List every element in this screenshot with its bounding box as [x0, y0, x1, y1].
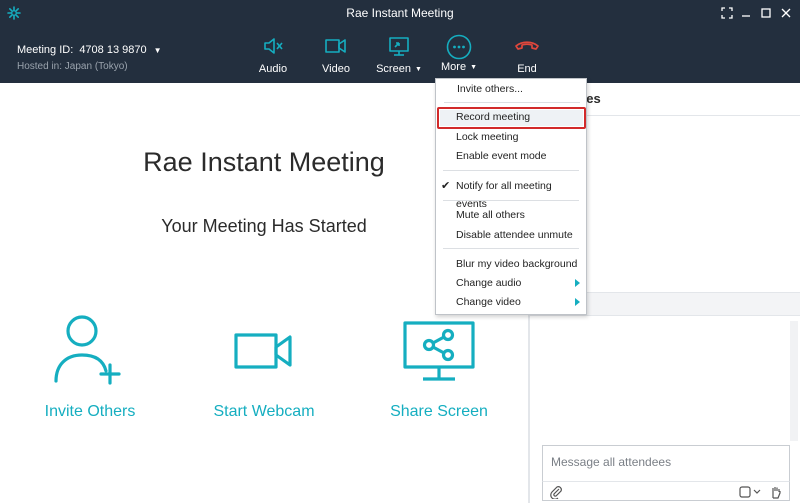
chat-toolbar [542, 481, 790, 501]
more-label-wrap: More ▼ [431, 61, 487, 73]
menu-item-disable-unmute[interactable]: Disable attendee unmute [435, 226, 585, 244]
speaker-muted-icon [245, 34, 301, 58]
video-label: Video [322, 63, 350, 75]
minimize-icon[interactable] [737, 4, 755, 22]
add-user-icon [20, 313, 160, 385]
end-label: End [517, 63, 537, 75]
submenu-arrow-icon [575, 279, 580, 287]
menu-item-enable-event-mode[interactable]: Enable event mode [435, 147, 585, 165]
attach-icon[interactable] [549, 485, 563, 503]
start-webcam-button[interactable]: Start Webcam [194, 313, 334, 421]
grid-view-icon[interactable] [718, 4, 736, 22]
share-screen-icon [369, 313, 509, 385]
menu-item-lock-meeting[interactable]: Lock meeting [435, 128, 585, 146]
chat-message-input[interactable]: Message all attendees [542, 445, 790, 481]
webcam-icon [194, 313, 334, 385]
screen-button[interactable]: Screen ▼ [369, 34, 429, 78]
hang-up-icon [499, 34, 555, 58]
audio-button[interactable]: Audio [245, 34, 301, 78]
invite-others-button[interactable]: Invite Others [20, 313, 160, 421]
meeting-header: Rae Instant Meeting Meeting ID: 4708 13 … [0, 0, 800, 83]
menu-item-change-video-label: Change video [456, 296, 521, 308]
end-button[interactable]: End [499, 34, 555, 78]
more-button[interactable]: More ▼ [431, 34, 487, 78]
audio-label: Audio [258, 63, 288, 75]
meeting-id-dropdown[interactable]: Meeting ID: 4708 13 9870 ▼ [17, 44, 162, 56]
screen-label-wrap: Screen ▼ [369, 63, 429, 75]
window-title: Rae Instant Meeting [346, 6, 454, 20]
more-dots-icon [431, 34, 487, 60]
screen-label: Screen [376, 63, 411, 75]
more-label: More [441, 61, 467, 73]
menu-item-mute-all[interactable]: Mute all others [435, 206, 585, 224]
share-screen-label: Share Screen [390, 403, 488, 420]
menu-separator [443, 200, 579, 201]
hosted-location: Hosted in: Japan (Tokyo) [17, 61, 128, 72]
menu-item-change-video[interactable]: Change video [435, 293, 585, 311]
invite-others-label: Invite Others [44, 403, 136, 420]
video-camera-icon [308, 34, 364, 58]
record-meeting-highlight-box [437, 107, 586, 129]
menu-separator [443, 170, 579, 171]
meeting-id-value: 4708 13 9870 [79, 44, 147, 56]
emoji-menu-icon[interactable] [739, 485, 763, 503]
menu-item-notify-events[interactable]: ✔ Notify for all meeting events [435, 177, 585, 210]
checkmark-icon: ✔ [441, 180, 451, 192]
close-icon[interactable] [777, 4, 795, 22]
chat-scrollbar[interactable] [790, 321, 798, 441]
submenu-arrow-icon [575, 298, 580, 306]
screen-share-icon [369, 34, 429, 58]
maximize-icon[interactable] [757, 4, 775, 22]
menu-item-blur-background[interactable]: Blur my video background [435, 255, 585, 273]
menu-item-change-audio-label: Change audio [456, 277, 522, 289]
chevron-down-icon: ▼ [153, 46, 162, 55]
start-webcam-label: Start Webcam [213, 403, 315, 420]
raise-hand-icon[interactable] [769, 485, 783, 503]
caret-down-icon: ▼ [414, 66, 422, 73]
menu-item-change-audio[interactable]: Change audio [435, 274, 585, 292]
caret-down-icon: ▼ [470, 64, 477, 71]
share-screen-button[interactable]: Share Screen [369, 313, 509, 421]
menu-separator [443, 248, 579, 249]
title-bar: Rae Instant Meeting [0, 0, 800, 26]
video-button[interactable]: Video [308, 34, 364, 78]
meeting-id-label: Meeting ID: [17, 44, 74, 56]
